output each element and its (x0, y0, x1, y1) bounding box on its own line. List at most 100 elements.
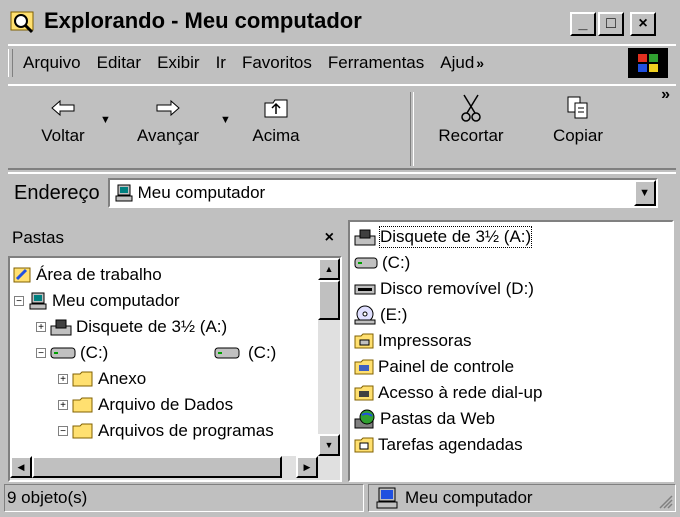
list-item-c-drive[interactable]: (C:) (354, 250, 410, 276)
address-field[interactable]: Meu computador ▼ (107, 178, 658, 208)
folder-icon (72, 371, 93, 387)
menu-exibir[interactable]: Exibir (157, 53, 200, 73)
forward-button[interactable]: Avançar (118, 92, 218, 146)
explorer-icon (10, 11, 34, 34)
my-computer-icon (376, 487, 398, 509)
title-bar[interactable]: Explorando - Meu computador _ □ × (4, 4, 676, 38)
list-item-floppy[interactable]: Disquete de 3½ (A:) (354, 224, 533, 250)
list-item-e-drive[interactable]: (E:) (354, 302, 407, 328)
list-item-d-drive[interactable]: Disco removível (D:) (354, 276, 534, 302)
menu-arquivo[interactable]: Arquivo (23, 53, 81, 73)
floppy-icon (354, 229, 376, 246)
menu-grip[interactable] (8, 49, 13, 77)
collapse-icon[interactable]: − (36, 348, 46, 359)
tree-item-arquivo-dados[interactable]: + Arquivo de Dados (58, 392, 233, 418)
collapse-icon[interactable]: − (58, 426, 68, 437)
window-title: Explorando - Meu computador (44, 8, 362, 33)
scheduled-tasks-icon (354, 437, 374, 453)
scroll-thumb[interactable] (318, 280, 340, 320)
list-item-scheduled-tasks[interactable]: Tarefas agendadas (354, 432, 523, 458)
tree-item-arquivos-programas[interactable]: − Arquivos de programas (58, 418, 274, 444)
tree-label: (C:) (80, 343, 109, 362)
scroll-up-icon: ▲ (324, 264, 334, 274)
copy-button[interactable]: Copiar (538, 92, 618, 146)
control-panel-icon (354, 359, 374, 375)
status-location-panel: Meu computador (368, 484, 676, 512)
chevron-down-icon: ▼ (639, 187, 651, 199)
list-item-dialup[interactable]: Acesso à rede dial-up (354, 380, 542, 406)
scroll-right-icon: ▶ (303, 461, 311, 472)
collapse-icon[interactable]: − (14, 296, 24, 307)
menu-editar[interactable]: Editar (97, 53, 141, 73)
back-label: Voltar (41, 126, 85, 145)
folder-icon (72, 397, 93, 413)
menu-favoritos[interactable]: Favoritos (242, 53, 312, 73)
up-label: Acima (252, 126, 300, 145)
minimize-button[interactable]: _ (570, 12, 596, 36)
tree-horizontal-scrollbar[interactable]: ◀ ▶ (10, 456, 340, 480)
scroll-right-button[interactable]: ▶ (296, 456, 318, 478)
list-item-web-folders[interactable]: Pastas da Web (354, 406, 495, 432)
removable-disk-icon (354, 284, 376, 295)
tree-item-desktop[interactable]: Área de trabalho (12, 262, 162, 288)
folders-header: Pastas × (8, 220, 342, 256)
scroll-left-icon: ◀ (17, 461, 25, 472)
tree-item-c-drive[interactable]: − (C:) (36, 340, 108, 366)
tree-label: Anexo (98, 369, 147, 388)
scroll-down-button[interactable]: ▼ (318, 434, 340, 456)
desktop-icon (13, 267, 31, 283)
tree-vertical-scrollbar[interactable]: ▲ ▼ (318, 258, 340, 456)
scroll-up-button[interactable]: ▲ (318, 258, 340, 280)
contents-pane[interactable]: Disquete de 3½ (A:) (C:) Disco removível… (348, 220, 674, 482)
hard-drive-icon (50, 347, 76, 359)
list-item-label: (C:) (382, 253, 411, 272)
list-item-printers[interactable]: Impressoras (354, 328, 472, 354)
list-item-control-panel[interactable]: Painel de controle (354, 354, 514, 380)
maximize-button[interactable]: □ (598, 12, 624, 36)
address-label: Endereço (14, 181, 100, 204)
toolbar-overflow-chevron[interactable]: » (661, 86, 670, 104)
up-folder-icon (264, 99, 288, 118)
tooltip-c-drive: (C:) (214, 340, 276, 366)
folder-icon (72, 423, 93, 439)
list-item-label: Disquete de 3½ (A:) (378, 226, 533, 248)
tree-item-my-computer[interactable]: − Meu computador (14, 288, 180, 314)
maximize-icon: □ (606, 15, 616, 32)
expand-icon[interactable]: + (36, 322, 46, 333)
menu-ajuda[interactable]: Ajuda (440, 53, 474, 73)
expand-icon[interactable]: + (58, 374, 68, 385)
list-item-label: Tarefas agendadas (378, 435, 523, 454)
tree-label: Área de trabalho (36, 265, 162, 284)
scroll-left-button[interactable]: ◀ (10, 456, 32, 478)
cut-button[interactable]: Recortar (426, 92, 516, 146)
address-dropdown-button[interactable]: ▼ (633, 180, 656, 206)
status-bar: 9 objeto(s) Meu computador (4, 484, 676, 514)
up-button[interactable]: Acima (234, 92, 318, 146)
list-item-label: Painel de controle (378, 357, 515, 376)
cd-drive-icon (354, 305, 376, 325)
hscroll-thumb[interactable] (32, 456, 282, 478)
menu-overflow-chevron[interactable]: » (476, 55, 484, 71)
copy-icon (567, 96, 588, 119)
menu-ir[interactable]: Ir (216, 53, 226, 73)
tree-item-anexo[interactable]: + Anexo (58, 366, 146, 392)
my-computer-icon (29, 292, 47, 310)
forward-dropdown-icon[interactable]: ▼ (220, 114, 231, 126)
folder-tree[interactable]: Área de trabalho − Meu computador + Disq… (8, 256, 342, 482)
menu-ferramentas[interactable]: Ferramentas (328, 53, 424, 73)
close-button[interactable]: × (630, 12, 656, 36)
list-item-label: Acesso à rede dial-up (378, 383, 543, 402)
toolbar-separator (410, 92, 414, 166)
dialup-icon (354, 385, 374, 401)
standard-toolbar: Voltar ▼ Avançar ▼ Acima Recortar Copiar… (8, 84, 676, 170)
expand-icon[interactable]: + (58, 400, 68, 411)
tree-item-floppy[interactable]: + Disquete de 3½ (A:) (36, 314, 227, 340)
list-item-label: Impressoras (378, 331, 472, 350)
floppy-icon (50, 319, 72, 336)
back-arrow-icon (51, 99, 75, 117)
hard-drive-icon (354, 257, 378, 269)
back-button[interactable]: Voltar (28, 92, 98, 146)
resize-grip-icon[interactable] (659, 495, 673, 509)
back-dropdown-icon[interactable]: ▼ (100, 114, 111, 126)
folders-close-button[interactable]: × (325, 229, 334, 247)
